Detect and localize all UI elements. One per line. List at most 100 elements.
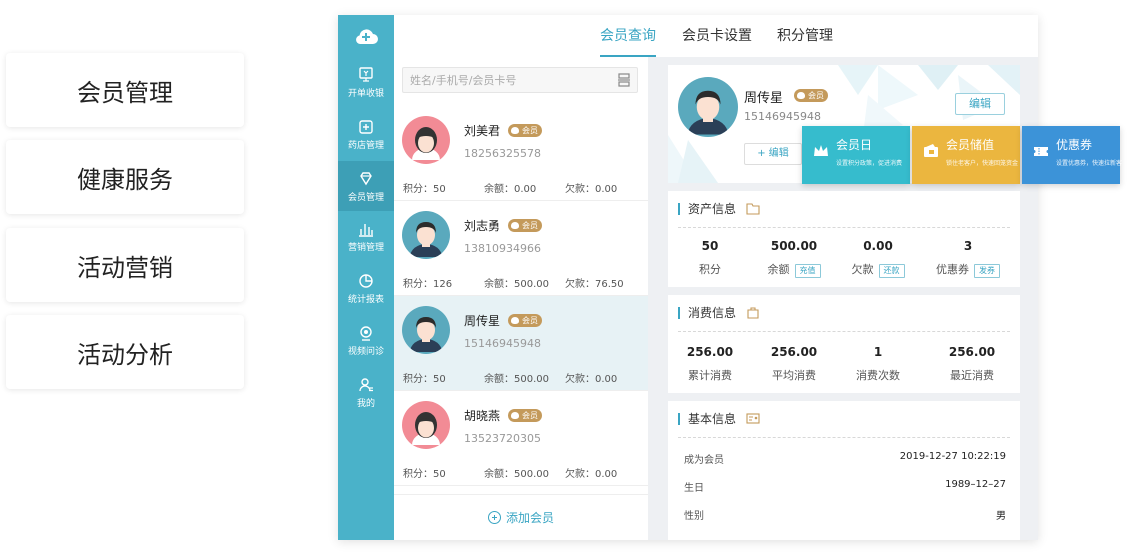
profile-phone: 15146945948 [744,110,821,123]
cashier-icon [359,66,373,82]
consumption-count: 1 消费次数 [836,345,920,383]
promo-member-day[interactable]: 会员日 设置积分政策，促进消费 [802,126,910,184]
edit-profile-button[interactable]: 编辑 [955,93,1005,115]
crown-icon [814,145,828,156]
balance-label: 余额： [484,469,514,480]
member-badge: 会员 [508,314,542,327]
asset-label: 余额 [767,263,790,276]
male-avatar [402,306,450,354]
consumption-recent: 256.00 最近消费 [930,345,1014,383]
asset-value: 500.00 [770,239,818,253]
consumption-total: 256.00 累计消费 [668,345,752,383]
asset-debt: 0.00 欠款 还款 [836,239,920,278]
debt-value: 0.00 [595,184,618,195]
member-debt: 欠款：0.00 [565,370,617,385]
female-avatar [402,401,450,449]
tab-points-management[interactable]: 积分管理 [777,15,833,57]
member-debt: 欠款：0.00 [565,465,617,480]
rail-label: 药店管理 [347,140,384,151]
plus-circle-icon [487,511,501,524]
balance-value: 500.00 [514,279,549,290]
rail-label: 统计报表 [347,294,384,305]
consumption-label: 平均消费 [772,369,816,382]
points-label: 积分： [403,184,433,195]
rail-item-mine[interactable]: 我的 [338,367,394,417]
asset-label: 欠款 [851,263,874,276]
debt-label: 欠款： [565,374,595,385]
member-list-item[interactable]: 胡晓燕 会员 13523720305 积分：50 余额：500.00 欠款：0.… [394,391,648,486]
row-label: 成为会员 [684,455,724,466]
promo-title: 会员日 [836,138,873,152]
member-balance: 余额：500.00 [484,275,549,290]
points-value: 50 [433,469,446,480]
member-phone: 15146945948 [464,337,541,350]
rail-item-cashier[interactable]: 开单收银 [338,57,394,107]
rail-item-video-consult[interactable]: 视频问诊 [338,315,394,365]
points-label: 积分： [403,469,433,480]
consumption-value: 1 [873,345,883,359]
promo-title: 会员储值 [946,138,995,152]
points-label: 积分： [403,374,433,385]
member-list-item[interactable]: 刘美君 会员 18256325578 积分：50 余额：0.00 欠款：0.00 [394,106,648,201]
coupon-icon [1034,147,1048,156]
promo-member-deposit[interactable]: 会员储值 锁住老客户，快速回笼资金 [912,126,1020,184]
app-window: 开单收银 药店管理 会员管理 营销管理 统计报表 视频问诊 我的 会员查询 会员… [338,15,1038,540]
folder-icon [746,203,760,215]
pie-chart-icon [359,273,373,288]
tab-member-card-settings[interactable]: 会员卡设置 [682,15,752,57]
debt-value: 76.50 [595,279,624,290]
rail-item-reports[interactable]: 统计报表 [338,263,394,313]
balance-label: 余额： [484,184,514,195]
member-balance: 余额：500.00 [484,465,549,480]
member-badge: 会员 [508,219,542,232]
search-input[interactable] [403,68,603,92]
asset-value: 50 [701,239,719,253]
scan-icon[interactable] [617,73,631,87]
balance-value: 500.00 [514,469,549,480]
feature-card-member-management: 会员管理 [6,53,244,127]
tab-member-query[interactable]: 会员查询 [600,15,656,57]
rail-item-marketing[interactable]: 营销管理 [338,211,394,261]
bar-chart-icon [359,223,373,237]
profile-name: 周传星 [744,91,784,106]
row-value: 1989–12–27 [945,479,1006,490]
basic-info-row: 生日 1989–12–27 [684,479,1006,494]
rail-item-pharmacy[interactable]: 药店管理 [338,109,394,159]
add-member-button[interactable]: 添加会员 [394,494,648,540]
row-value: 2019-12-27 10:22:19 [899,451,1006,462]
member-list-item-selected[interactable]: 周传星 会员 15146945948 积分：50 余额：500.00 欠款：0.… [394,296,648,391]
rail-label: 开单收银 [347,88,384,99]
issue-coupon-button[interactable]: 发券 [974,264,1000,278]
member-list-panel: 刘美君 会员 18256325578 积分：50 余额：0.00 欠款：0.00… [394,57,648,540]
member-phone: 13523720305 [464,432,541,445]
member-badge: 会员 [508,409,542,422]
feature-card-event-analysis: 活动分析 [6,315,244,389]
promo-subtitle: 设置积分政策，促进消费 [836,160,903,167]
feature-label: 健康服务 [77,165,173,194]
rail-label: 营销管理 [347,242,384,253]
member-phone: 13810934966 [464,242,541,255]
points-label: 积分： [403,279,433,290]
add-edit-button[interactable]: + 编辑 [744,143,802,165]
id-card-icon [746,413,760,424]
member-points: 积分：126 [403,275,452,290]
member-name: 刘美君 [464,124,501,138]
asset-label: 积分 [699,263,721,276]
rail-label: 我的 [356,398,375,409]
consumption-value: 256.00 [770,345,818,359]
recharge-button[interactable]: 充值 [794,264,821,278]
member-points: 积分：50 [403,180,446,195]
promo-subtitle: 设置优惠券，快速拉新客 [1056,160,1123,167]
basic-info-row: 性别 男 [684,507,1006,522]
rail-label: 视频问诊 [347,346,384,357]
basic-info-row: 成为会员 2019-12-27 10:22:19 [684,451,1006,466]
member-list-item[interactable]: 刘志勇 会员 13810934966 积分：126 余额：500.00 欠款：7… [394,201,648,296]
balance-value: 0.00 [514,184,537,195]
rail-item-member[interactable]: 会员管理 [338,161,394,211]
consumption-value: 256.00 [686,345,734,359]
balance-value: 500.00 [514,374,549,385]
consumption-value: 256.00 [948,345,996,359]
repay-button[interactable]: 还款 [878,264,905,278]
diamond-icon [360,171,372,185]
promo-coupon[interactable]: 优惠券 设置优惠券，快速拉新客 [1022,126,1123,184]
